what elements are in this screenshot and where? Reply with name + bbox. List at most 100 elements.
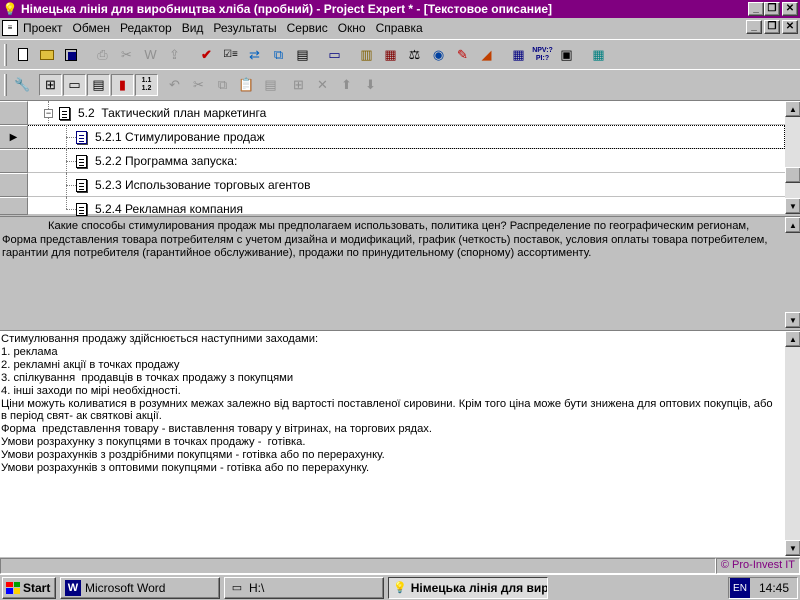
checklist-icon[interactable]: ☑≡ (219, 44, 242, 66)
save-icon[interactable] (59, 44, 82, 66)
tree-view-icon[interactable]: ⊞ (39, 73, 62, 96)
menu-editor[interactable]: Редактор (115, 21, 177, 35)
scroll-down-icon[interactable]: ▼ (785, 312, 800, 328)
tree-row[interactable]: 5.2.3 Использование торговых агентов (0, 173, 785, 197)
row-header[interactable] (0, 149, 28, 173)
editor-line[interactable]: 2. рекламні акції в точках продажу (1, 359, 781, 372)
cut-icon[interactable]: ✂ (187, 74, 210, 96)
main-toolbar: ⎙ ✂ W ⇪ ✔ ☑≡ ⇄ ⧉ ▤ ▭ ▥ ▦ ⚖ ◉ ✎ ◢ ▦ NPV:?… (0, 39, 800, 69)
menu-results[interactable]: Результаты (208, 21, 281, 35)
scroll-thumb[interactable] (785, 167, 800, 183)
doc-close-button[interactable]: ✕ (782, 20, 798, 34)
maximize-button[interactable]: ❐ (764, 2, 780, 16)
table-icon[interactable]: ▦ (507, 44, 530, 66)
collapse-icon[interactable]: − (44, 108, 53, 118)
tree-row[interactable]: − 5.2 Тактический план маркетинга (0, 101, 785, 125)
row-header[interactable] (0, 173, 28, 197)
info-icon[interactable]: ▣ (555, 44, 578, 66)
wrench-icon[interactable]: 🔧 (11, 74, 34, 96)
print-icon[interactable]: ⎙ (91, 44, 114, 66)
insert-node-icon[interactable]: ⊞ (287, 74, 310, 96)
scroll-up-icon[interactable]: ▲ (785, 217, 800, 233)
screen-icon[interactable]: ▭ (323, 44, 346, 66)
bookmark-icon[interactable]: ▮ (111, 73, 134, 96)
menu-exchange[interactable]: Обмен (68, 21, 116, 35)
copy-icon[interactable]: ⧉ (211, 74, 234, 96)
swap-icon[interactable]: ⇄ (243, 44, 266, 66)
tree-scrollbar[interactable]: ▲ ▼ (785, 101, 800, 214)
editor-scrollbar[interactable]: ▲ ▼ (785, 331, 800, 556)
bulb-icon[interactable]: 💡 (2, 1, 18, 17)
doc-maximize-button[interactable]: ❐ (764, 20, 780, 34)
task-drive[interactable]: ▭ H:\ (224, 576, 384, 599)
scroll-up-icon[interactable]: ▲ (785, 331, 800, 347)
scales-icon[interactable]: ⚖ (403, 44, 426, 66)
clock[interactable]: 14:45 (759, 581, 789, 595)
editor-line[interactable]: 3. спілкування продавців в точках продаж… (1, 372, 781, 385)
menu-service[interactable]: Сервис (282, 21, 333, 35)
task-word[interactable]: W Microsoft Word (60, 576, 220, 599)
copy-icon[interactable]: ⧉ (267, 44, 290, 66)
status-bar: © Pro-Invest IT (0, 556, 800, 574)
report-icon[interactable]: ✎ (451, 44, 474, 66)
editor-line[interactable]: Стимулювання продажу здійснюється наступ… (1, 333, 781, 346)
calc-icon[interactable]: ▥ (355, 44, 378, 66)
title-bar: 💡 Німецька лінія для виробництва хліба (… (0, 0, 800, 18)
row-header[interactable] (0, 101, 28, 125)
close-button[interactable]: ✕ (782, 2, 798, 16)
editor-line[interactable]: Ціни можуть коливатися в розумних межах … (1, 398, 781, 424)
text-view-icon[interactable]: ▤ (87, 73, 110, 96)
editor-line[interactable]: Умови розрахунків з оптовими покупцями -… (1, 462, 781, 475)
menu-project[interactable]: Проект (18, 21, 68, 35)
open-icon[interactable] (35, 44, 58, 66)
menu-help[interactable]: Справка (371, 21, 428, 35)
document-icon (76, 178, 87, 192)
delete-icon[interactable]: ✕ (311, 74, 334, 96)
globe-icon[interactable]: ◉ (427, 44, 450, 66)
menu-window[interactable]: Окно (333, 21, 371, 35)
row-header[interactable]: ▶ (0, 125, 28, 149)
toolbar-grip[interactable] (4, 73, 7, 96)
list-icon[interactable]: ▤ (291, 44, 314, 66)
move-up-icon[interactable]: ⬆ (335, 74, 358, 96)
tree-row[interactable]: 5.2.4 Рекламная компания (0, 197, 785, 216)
description-scrollbar[interactable]: ▲ ▼ (785, 217, 800, 328)
word-icon[interactable]: W (139, 44, 162, 66)
export-icon[interactable]: ⇪ (163, 44, 186, 66)
document-icon[interactable]: ≡ (2, 19, 18, 36)
editor-line[interactable]: 4. інші заходи по мірі необхідності. (1, 385, 781, 398)
new-icon[interactable] (11, 44, 34, 66)
editor-line[interactable]: Умови розрахунку з покупцями в точках пр… (1, 436, 781, 449)
scroll-down-icon[interactable]: ▼ (785, 540, 800, 556)
task-project-expert[interactable]: 💡 Німецька лінія для вир... (388, 576, 548, 599)
pro-invest-link[interactable]: © Pro-Invest IT (716, 558, 800, 574)
row-header[interactable] (0, 197, 28, 215)
toolbar-grip[interactable] (4, 43, 7, 66)
check-icon[interactable]: ✔ (195, 44, 218, 66)
cut-icon[interactable]: ✂ (115, 44, 138, 66)
chart-icon[interactable]: ▦ (379, 44, 402, 66)
editor-line[interactable]: 1. реклама (1, 346, 781, 359)
tree-row[interactable]: 5.2.2 Программа запуска: (0, 149, 785, 173)
start-button[interactable]: Start (2, 576, 56, 599)
doc-minimize-button[interactable]: _ (746, 20, 762, 34)
numbering-icon[interactable]: 1.1 1.2 (135, 73, 158, 96)
undo-icon[interactable]: ↶ (163, 74, 186, 96)
paste-icon[interactable]: 📋 (235, 74, 258, 96)
move-down-icon[interactable]: ⬇ (359, 74, 382, 96)
word-icon: W (65, 579, 81, 596)
paste-special-icon[interactable]: ▤ (259, 74, 282, 96)
minimize-button[interactable]: _ (748, 2, 764, 16)
tree-row[interactable]: ▶ 5.2.1 Стимулирование продаж (0, 125, 785, 149)
language-indicator[interactable]: EN (730, 578, 750, 598)
scroll-up-icon[interactable]: ▲ (785, 101, 800, 117)
scroll-down-icon[interactable]: ▼ (785, 198, 800, 214)
editor-line[interactable]: Форма представлення товару - виставлення… (1, 423, 781, 436)
text-editor[interactable]: Стимулювання продажу здійснюється наступ… (0, 330, 800, 556)
editor-line[interactable]: Умови розрахунків з роздрібними покупцям… (1, 449, 781, 462)
menu-view[interactable]: Вид (177, 21, 209, 35)
graph-icon[interactable]: ◢ (475, 44, 498, 66)
grid-icon[interactable]: ▦ (587, 44, 610, 66)
npv-pi-icon[interactable]: NPV:? PI:? (531, 44, 554, 66)
comment-icon[interactable]: ▭ (63, 73, 86, 96)
